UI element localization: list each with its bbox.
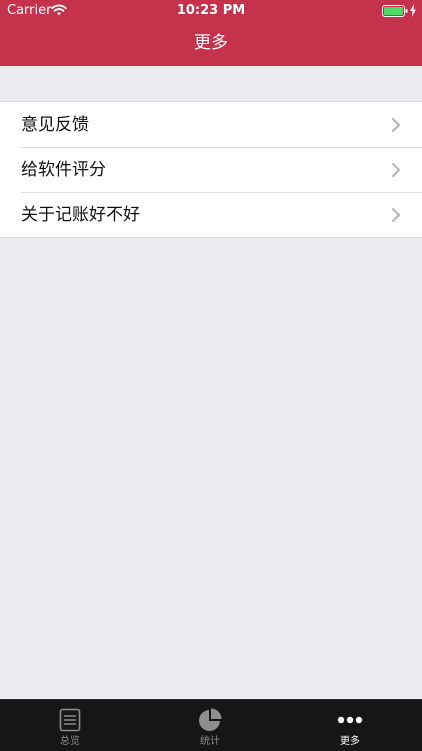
chevron-right-icon	[392, 208, 400, 222]
status-time: 10:23 PM	[176, 3, 246, 18]
tab-more[interactable]: 更多	[280, 700, 420, 751]
settings-menu-list: 意见反馈 给软件评分 关于记账好不好	[0, 101, 422, 238]
list-document-icon	[59, 708, 81, 732]
battery-full-icon	[382, 5, 408, 17]
pie-chart-icon	[199, 708, 222, 731]
navigation-header: Carrier 10:23 PM 更多	[0, 0, 422, 66]
menu-item-label: 关于记账好不好	[21, 205, 140, 225]
menu-item-feedback[interactable]: 意见反馈	[0, 102, 422, 147]
menu-item-label: 意见反馈	[21, 115, 89, 135]
menu-item-about[interactable]: 关于记账好不好	[0, 192, 422, 237]
tab-label: 更多	[340, 736, 360, 747]
tab-bar: 总览 统计 更多	[0, 699, 422, 751]
tab-statistics[interactable]: 统计	[140, 700, 280, 751]
chevron-right-icon	[392, 118, 400, 132]
menu-item-label: 给软件评分	[21, 160, 106, 180]
more-dots-icon	[337, 716, 363, 724]
status-bar: Carrier 10:23 PM	[0, 0, 422, 22]
tab-label: 总览	[60, 736, 80, 747]
tab-overview[interactable]: 总览	[0, 700, 140, 751]
page-title: 更多	[194, 33, 228, 53]
menu-item-rate-app[interactable]: 给软件评分	[0, 147, 422, 192]
tab-label: 统计	[200, 736, 220, 747]
chevron-right-icon	[392, 163, 400, 177]
charging-bolt-icon	[410, 4, 416, 17]
